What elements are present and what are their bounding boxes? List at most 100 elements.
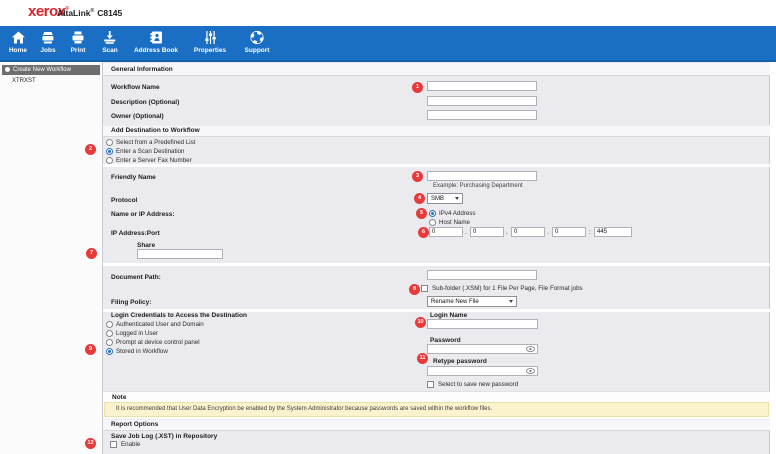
section-title-general-information: General Information [111, 66, 173, 73]
retype-password-label: Retype password [433, 358, 487, 365]
annotation-marker-12: 12 [85, 438, 96, 449]
owner-input[interactable] [427, 110, 537, 120]
subfolder-checkbox[interactable] [421, 285, 428, 292]
annotation-marker-7: 7 [86, 248, 97, 259]
main-nav: Home Jobs Print Scan Address Book Proper… [0, 26, 776, 62]
ip-octet-1-input[interactable]: 0 [429, 227, 463, 237]
enable-job-log-label: Enable [121, 441, 140, 448]
name-ip-label: Name or IP Address: [111, 211, 175, 218]
radio-prompt-at-panel-label: Prompt at device control panel [116, 339, 200, 346]
separator [103, 164, 770, 167]
friendly-name-example: Example: Purchasing Department [433, 183, 523, 189]
nav-print[interactable]: Print [71, 30, 86, 54]
nav-support-label: Support [245, 47, 270, 54]
document-path-label: Document Path: [111, 274, 161, 281]
radio-prompt-at-panel[interactable] [106, 339, 113, 346]
radio-enter-scan-destination[interactable] [106, 148, 113, 155]
jobs-icon [40, 30, 55, 45]
subfolder-label: Sub-folder (.XSM) for 1 File Per Page, F… [432, 285, 583, 292]
annotation-marker-11: 11 [417, 353, 428, 364]
save-new-password-label: Select to save new password [438, 381, 518, 388]
annotation-marker-8: 8 [409, 284, 420, 295]
friendly-name-label: Friendly Name [111, 174, 156, 181]
ip-octet-3-input[interactable]: 0 [511, 227, 545, 237]
sidebar-item-create-new-workflow[interactable]: Create New Workflow [2, 65, 100, 75]
radio-host-name[interactable] [429, 219, 436, 226]
address-book-icon [148, 30, 163, 45]
protocol-select[interactable]: SMB [427, 193, 463, 204]
show-password-icon[interactable] [526, 346, 535, 352]
sidebar-item-workflow-xtrxst[interactable]: XTRXST [12, 78, 36, 84]
section-report-options [103, 419, 770, 431]
enable-job-log-checkbox[interactable] [110, 441, 117, 448]
ip-port-label: IP Address:Port [111, 230, 160, 237]
nav-properties[interactable]: Properties [194, 30, 226, 54]
dropdown-chevron-icon [455, 197, 459, 200]
radio-stored-in-workflow-label: Stored in Workflow [116, 348, 168, 355]
nav-print-label: Print [71, 47, 86, 54]
filing-policy-select-value: Rename New File [431, 299, 479, 305]
port-input[interactable]: 445 [594, 227, 632, 237]
radio-host-name-label: Host Name [439, 219, 470, 226]
octet-separator: . [547, 229, 549, 236]
annotation-marker-4: 4 [414, 193, 425, 204]
section-title-add-destination: Add Destination to Workflow [111, 127, 200, 134]
radio-authenticated-user[interactable] [106, 321, 113, 328]
radio-enter-scan-destination-label: Enter a Scan Destination [116, 148, 184, 155]
filing-policy-label: Filing Policy: [111, 299, 151, 306]
login-name-input[interactable] [427, 319, 538, 329]
annotation-marker-5: 5 [416, 208, 427, 219]
retype-password-input[interactable] [427, 366, 538, 376]
dropdown-chevron-icon [509, 300, 513, 303]
nav-support[interactable]: Support [245, 30, 270, 54]
radio-enter-server-fax[interactable] [106, 157, 113, 164]
nav-scan-label: Scan [102, 47, 118, 54]
password-input[interactable] [427, 344, 538, 354]
workflow-name-label: Workflow Name [111, 84, 160, 91]
password-label: Password [430, 337, 461, 344]
ip-octet-2-input[interactable]: 0 [470, 227, 504, 237]
document-path-input[interactable] [427, 270, 537, 280]
note-text: It is recommended that User Data Encrypt… [116, 406, 492, 412]
radio-logged-in-user-label: Logged in User [116, 330, 158, 337]
save-new-password-checkbox[interactable] [427, 381, 434, 388]
show-retype-password-icon[interactable] [526, 368, 535, 374]
annotation-marker-3: 3 [412, 171, 423, 182]
product-title: AltaLink®C8145 [57, 8, 122, 18]
nav-home[interactable]: Home [9, 30, 27, 54]
content-right-margin [771, 62, 776, 454]
nav-jobs[interactable]: Jobs [40, 30, 55, 54]
octet-separator: . [506, 229, 508, 236]
section-add-destination [103, 125, 770, 137]
radio-select-predefined-list[interactable] [106, 139, 113, 146]
ip-octet-4-input[interactable]: 0 [552, 227, 586, 237]
nav-address-book-label: Address Book [134, 47, 178, 54]
separator [103, 263, 770, 266]
friendly-name-input[interactable] [427, 171, 537, 181]
workflow-name-input[interactable] [427, 81, 537, 91]
radio-logged-in-user[interactable] [106, 330, 113, 337]
properties-icon [203, 30, 218, 45]
description-input[interactable] [427, 96, 537, 106]
save-job-log-label: Save Job Log (.XST) in Repository [111, 433, 217, 440]
radio-ipv4-address[interactable] [429, 210, 436, 217]
print-icon [71, 30, 86, 45]
protocol-select-value: SMB [431, 196, 444, 202]
note-title: Note [112, 394, 126, 401]
scan-icon [102, 30, 117, 45]
radio-stored-in-workflow[interactable] [106, 348, 113, 355]
section-title-report-options: Report Options [111, 421, 158, 428]
octet-separator: . [465, 229, 467, 236]
nav-address-book[interactable]: Address Book [134, 30, 178, 54]
xerox-cwis-page: xerox® AltaLink®C8145 Home Jobs Print Sc… [0, 0, 776, 454]
annotation-marker-10: 10 [415, 317, 426, 328]
filing-policy-select[interactable]: Rename New File [427, 296, 517, 307]
share-input[interactable] [137, 249, 223, 259]
annotation-marker-2: 2 [85, 144, 96, 155]
radio-select-predefined-list-label: Select from a Predefined List [116, 139, 195, 146]
owner-label: Owner (Optional) [111, 113, 164, 120]
support-icon [249, 30, 264, 45]
share-label: Share [137, 242, 155, 249]
nav-scan[interactable]: Scan [102, 30, 118, 54]
radio-ipv4-address-label: IPv4 Address [439, 210, 475, 217]
